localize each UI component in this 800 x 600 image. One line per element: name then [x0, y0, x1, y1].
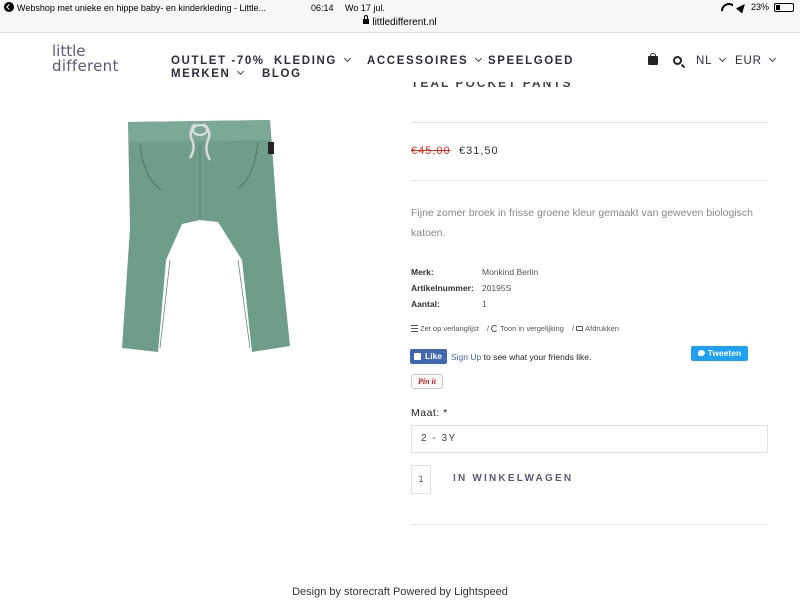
wifi-icon: [721, 3, 733, 12]
chevron-down-icon: [768, 54, 776, 63]
spec-value: 1: [482, 299, 487, 309]
site-logo[interactable]: little different: [52, 44, 119, 74]
size-label: Maat: *: [411, 407, 448, 419]
status-right: 23%: [721, 0, 794, 14]
compare-link[interactable]: / Toon in vergelijking: [487, 324, 564, 333]
chevron-down-icon: [719, 54, 727, 63]
add-to-cart-button[interactable]: IN WINKELWAGEN: [453, 473, 573, 484]
old-price: €45,00: [411, 145, 451, 157]
nav-speelgoed[interactable]: SPEELGOED: [488, 55, 574, 67]
refresh-icon: [491, 325, 499, 332]
status-bar: Webshop met unieke en hippe baby- en kin…: [0, 0, 800, 16]
location-icon: [736, 0, 748, 14]
size-select[interactable]: 2 - 3Y: [411, 425, 768, 453]
nav-kleding[interactable]: KLEDING: [274, 54, 351, 67]
facebook-social-text: Sign Up to see what your friends like.: [451, 352, 592, 362]
status-time: 06:14: [311, 3, 334, 13]
lock-icon: [363, 15, 370, 24]
spec-label: Merk:: [411, 267, 434, 277]
spec-value: 20195S: [482, 283, 512, 293]
logo-line2: different: [52, 57, 119, 75]
back-to-app-icon[interactable]: [4, 2, 14, 12]
facebook-like-button[interactable]: Like: [410, 349, 448, 364]
footer-credits: Design by storecraft Powered by Lightspe…: [292, 586, 508, 598]
spec-label: Artikelnummer:: [411, 283, 474, 293]
chevron-down-icon: [237, 67, 245, 76]
divider: [411, 524, 768, 525]
nav-blog[interactable]: BLOG: [262, 68, 302, 80]
currency-select[interactable]: EUR: [735, 54, 776, 67]
facebook-signup-link[interactable]: Sign Up: [451, 352, 481, 362]
list-icon: [411, 325, 418, 332]
shopping-bag-icon[interactable]: [648, 53, 658, 65]
spec-value: Monkind Berlin: [482, 267, 539, 277]
url-bar[interactable]: littledifferent.nl: [0, 15, 800, 33]
tweet-button[interactable]: Tweeten: [691, 346, 748, 361]
search-icon[interactable]: [673, 56, 682, 65]
chevron-down-icon: [343, 54, 351, 63]
pinterest-button[interactable]: Pin it: [411, 374, 443, 389]
status-date: Wo 17 jul.: [345, 3, 385, 13]
tab-title: Webshop met unieke en hippe baby- en kin…: [17, 3, 266, 13]
current-price: €31,50: [459, 145, 499, 157]
nav-accessoires[interactable]: ACCESSOIRES: [367, 54, 483, 67]
product-image[interactable]: [100, 110, 300, 355]
divider: [411, 180, 768, 181]
product-description: Fijne zomer broek in frisse groene kleur…: [411, 207, 754, 239]
url-text: littledifferent.nl: [372, 17, 437, 28]
chevron-down-icon: [475, 54, 483, 63]
nav-outlet[interactable]: OUTLET -70%: [171, 55, 265, 67]
thumbs-up-icon: [414, 353, 421, 360]
product-actions: Zet op verlanglijst / Toon in vergelijki…: [411, 324, 625, 333]
nav-merken[interactable]: MERKEN: [171, 67, 245, 80]
battery-percent: 23%: [750, 2, 769, 12]
print-icon: [576, 326, 584, 331]
divider: [411, 122, 768, 123]
battery-icon: [774, 2, 794, 12]
quantity-input[interactable]: 1: [411, 465, 431, 494]
language-select[interactable]: NL: [696, 54, 727, 67]
spec-label: Aantal:: [411, 299, 440, 309]
product-title: TEAL POCKET PANTS: [411, 82, 573, 90]
wishlist-link[interactable]: Zet op verlanglijst: [411, 324, 479, 333]
print-link[interactable]: / Afdrukken: [572, 324, 619, 333]
twitter-bird-icon: [697, 350, 705, 356]
